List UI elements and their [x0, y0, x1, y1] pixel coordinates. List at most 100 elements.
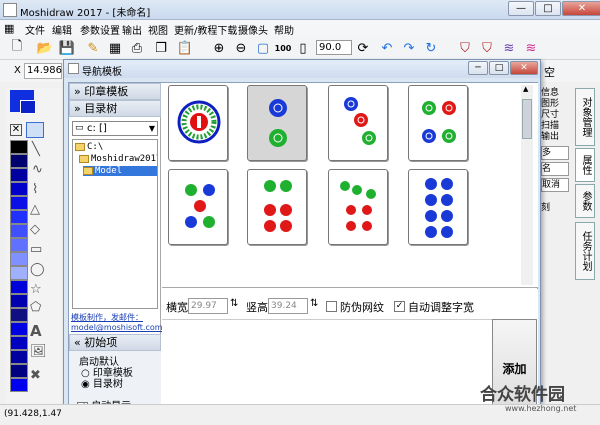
image-tool-icon[interactable]: 🖼	[30, 344, 47, 359]
paste-icon[interactable]: 📋	[176, 39, 194, 57]
template-card-4[interactable]	[408, 85, 468, 161]
actual-size-icon[interactable]: 100	[274, 39, 292, 57]
height-spinner-icon[interactable]: ⇅	[310, 298, 318, 309]
rotate-icon[interactable]: ↻	[422, 39, 440, 57]
template-card-6[interactable]	[247, 169, 307, 245]
open-folder-icon[interactable]: 📂	[36, 39, 54, 57]
copy-icon[interactable]: ❐	[152, 39, 170, 57]
color-blue11[interactable]	[10, 322, 28, 336]
anti-fake-checkbox[interactable]	[326, 301, 337, 312]
color-blue7[interactable]	[10, 266, 28, 280]
dir-tree-header[interactable]: » 目录树	[69, 100, 161, 117]
side-button-cancel[interactable]: 取消	[541, 178, 569, 192]
menu-params[interactable]: 参数设置	[80, 22, 120, 37]
menu-update[interactable]: 更新/教程下载	[174, 22, 237, 37]
text-tool-icon[interactable]: A	[30, 322, 42, 340]
no-color-icon[interactable]: ✕	[10, 124, 22, 136]
template-email-link[interactable]: 模板制作，发邮件： model@moshisoft.com	[71, 313, 163, 333]
tab-object-manager[interactable]: 对象管理	[575, 88, 595, 146]
rect-tool-icon[interactable]: ▭	[30, 242, 42, 257]
line-color-swatch[interactable]	[20, 100, 36, 114]
tree-node-moshidraw[interactable]: Moshidraw2017C	[79, 154, 157, 164]
side-button-1[interactable]: 多	[541, 146, 569, 160]
circle-tool-icon[interactable]: ◯	[30, 262, 45, 277]
template-card-round-stamp[interactable]	[168, 85, 228, 161]
dialog-minimize-button[interactable]: ─	[468, 61, 488, 75]
color-blue2[interactable]	[10, 196, 28, 210]
width-input[interactable]: 29.97	[188, 298, 228, 314]
rotate-angle-icon[interactable]: ⟳	[354, 39, 372, 57]
menu-output[interactable]: 输出	[122, 22, 142, 37]
menu-camera[interactable]: 摄像头	[238, 22, 268, 37]
printer-icon[interactable]: ⎙	[128, 39, 146, 57]
grid-scrollbar[interactable]: ▲	[521, 85, 533, 285]
color-blue8[interactable]	[10, 280, 28, 294]
template-card-2[interactable]	[247, 85, 307, 161]
save-icon[interactable]: 💾	[58, 39, 76, 57]
close-button[interactable]: ✕	[562, 1, 600, 16]
maximize-button[interactable]: □	[535, 1, 561, 16]
color-blue12[interactable]	[10, 336, 28, 350]
template-card-8[interactable]	[408, 169, 468, 245]
star-tool-icon[interactable]: ☆	[30, 282, 42, 297]
side-button-2[interactable]: 名	[541, 162, 569, 176]
stamp-template-header[interactable]: » 印章模板	[69, 83, 161, 100]
tab-properties[interactable]: 属性	[575, 148, 595, 182]
zoom-input[interactable]: 90.0	[316, 40, 352, 55]
color-blue4[interactable]	[10, 224, 28, 238]
color-darkblue[interactable]	[10, 168, 28, 182]
color-blue13[interactable]	[10, 350, 28, 364]
auto-width-checkbox[interactable]: ✓	[394, 301, 405, 312]
fit-page-icon[interactable]: ▢	[254, 39, 272, 57]
color-black[interactable]	[10, 140, 28, 154]
scroll-up-icon[interactable]: ▲	[523, 85, 528, 93]
x-coordinate-input[interactable]: 14.986	[24, 63, 62, 79]
pentagon-tool-icon[interactable]: ⬠	[30, 300, 41, 315]
new-file-icon[interactable]: 🗋	[8, 39, 26, 57]
select-tool-icon[interactable]	[26, 122, 44, 138]
zoom-in-icon[interactable]: ⊕	[210, 39, 228, 57]
grid-icon[interactable]: ▦	[106, 39, 124, 57]
undo-icon[interactable]: ↶	[378, 39, 396, 57]
color-blue10[interactable]	[10, 308, 28, 322]
polyline-tool-icon[interactable]: ⌇	[32, 182, 38, 197]
zoom-out-icon[interactable]: ⊖	[232, 39, 250, 57]
wizard-icon[interactable]: ✎	[84, 39, 102, 57]
diamond-tool-icon[interactable]: ◇	[30, 222, 40, 237]
wave2-icon[interactable]: ≋	[522, 39, 540, 57]
color-blue15[interactable]	[10, 378, 28, 392]
right-combo-value[interactable]: 空	[544, 64, 555, 80]
redo-icon[interactable]: ↷	[400, 39, 418, 57]
delete-tool-icon[interactable]: ✖	[30, 368, 41, 383]
template-card-7[interactable]	[328, 169, 388, 245]
triangle-tool-icon[interactable]: △	[30, 202, 40, 217]
drive-select[interactable]: ▭ c: [] ▼	[72, 121, 158, 136]
menu-edit[interactable]: 编辑	[52, 22, 72, 37]
line-tool-icon[interactable]: ╲	[32, 142, 40, 157]
menu-view[interactable]: 视图	[148, 22, 168, 37]
dialog-close-button[interactable]: ✕	[510, 61, 538, 75]
tab-parameters[interactable]: 参数	[575, 184, 595, 218]
blank-page-icon[interactable]: ▯	[294, 39, 312, 57]
color-blue3[interactable]	[10, 210, 28, 224]
color-blue14[interactable]	[10, 364, 28, 378]
menu-file[interactable]: 文件	[25, 22, 45, 37]
tree-node-model[interactable]: Model	[83, 166, 157, 176]
init-items-header[interactable]: « 初始项	[69, 334, 161, 351]
width-spinner-icon[interactable]: ⇅	[230, 298, 238, 309]
tab-task-plan[interactable]: 任务计划	[575, 222, 595, 280]
template-card-5[interactable]	[168, 169, 228, 245]
color-blue6[interactable]	[10, 252, 28, 266]
menu-help[interactable]: 帮助	[274, 22, 294, 37]
shield-icon[interactable]: ⛉	[456, 39, 474, 57]
scroll-thumb[interactable]	[522, 99, 532, 139]
shield2-icon[interactable]: ⛉	[478, 39, 496, 57]
color-blue9[interactable]	[10, 294, 28, 308]
color-blue5[interactable]	[10, 238, 28, 252]
tree-node-root[interactable]: C:\	[75, 142, 103, 152]
color-navy[interactable]	[10, 154, 28, 168]
color-blue1[interactable]	[10, 182, 28, 196]
radio-dir-tree[interactable]: ◉ 目录树	[81, 375, 123, 390]
minimize-button[interactable]: —	[508, 1, 534, 16]
template-card-3[interactable]	[328, 85, 388, 161]
